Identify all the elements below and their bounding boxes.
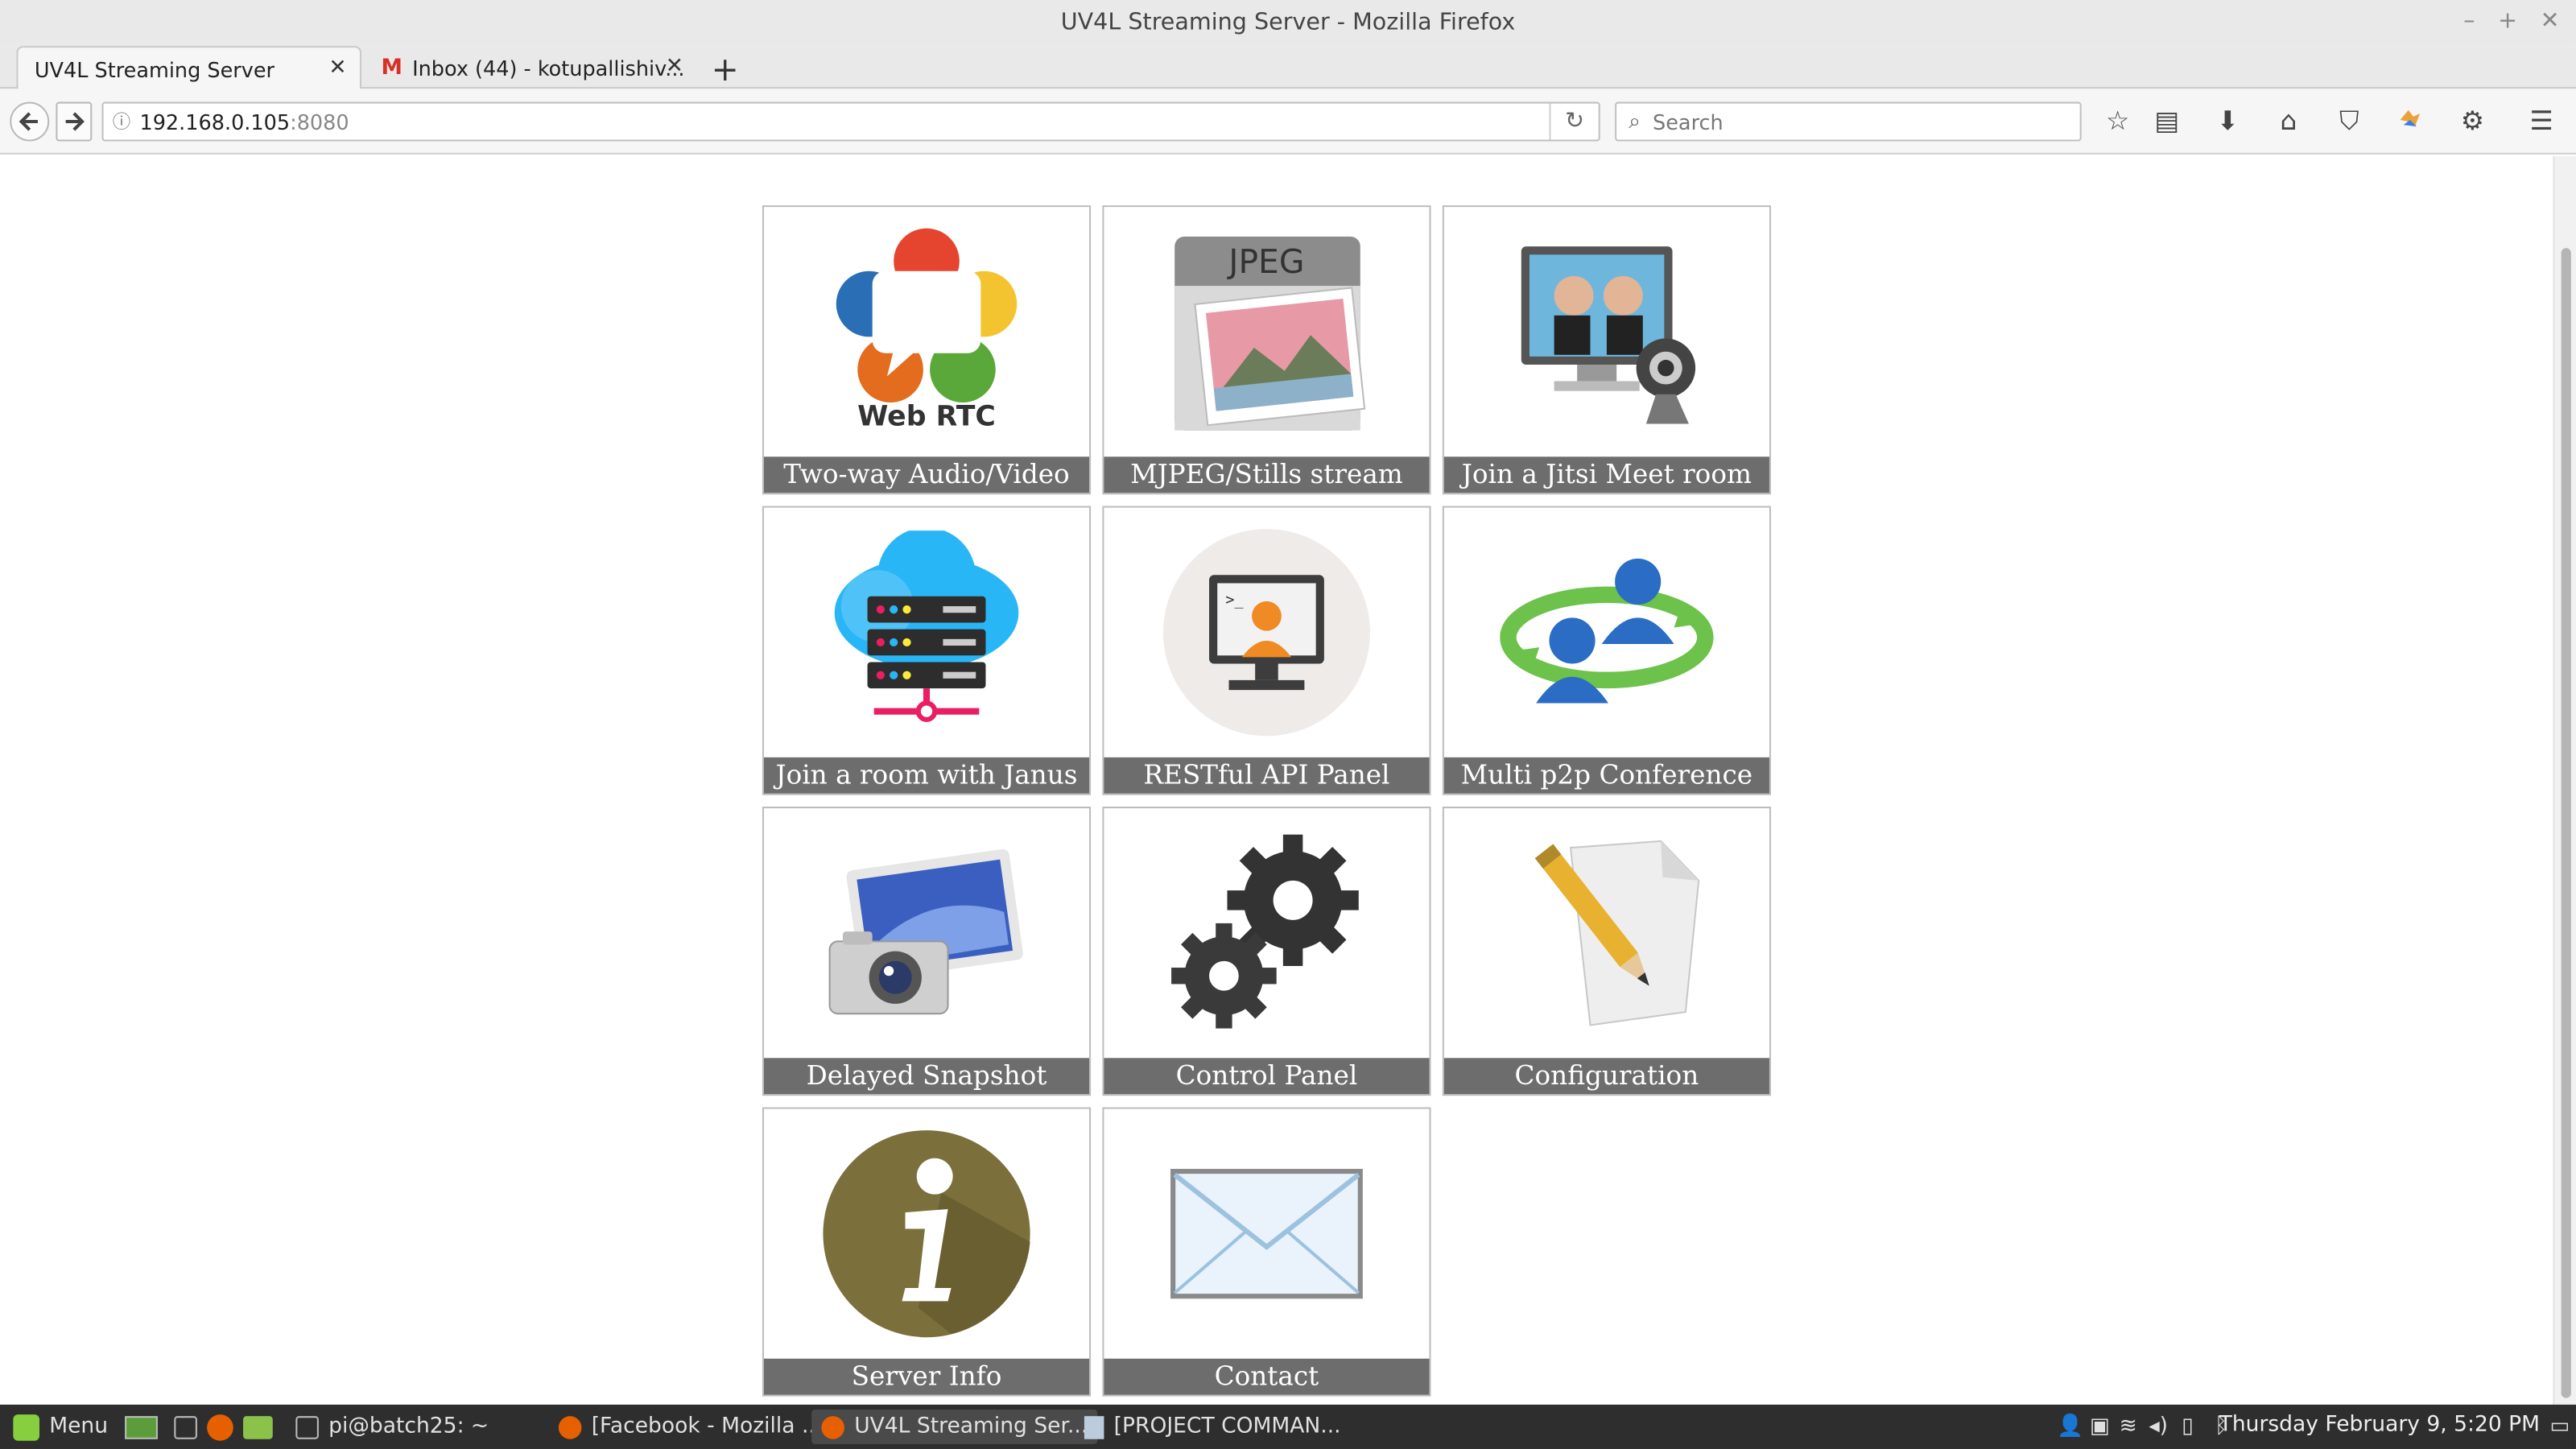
back-arrow-icon xyxy=(19,112,38,131)
reload-icon[interactable]: ↻ xyxy=(1549,103,1598,140)
close-tab-icon[interactable]: ✕ xyxy=(328,56,346,80)
tile-label: Server Info xyxy=(763,1358,1090,1395)
firefox-icon xyxy=(821,1415,844,1439)
tile-label: MJPEG/Stills stream xyxy=(1104,456,1430,493)
home-icon[interactable]: ⌂ xyxy=(2270,105,2306,138)
tile-label: Contact xyxy=(1104,1358,1430,1395)
clock[interactable]: Thursday February 9, 5:20 PM xyxy=(2219,1413,2540,1438)
webrtc-icon: Web RTC xyxy=(764,207,1089,456)
tile-server-info[interactable]: Server Info xyxy=(762,1107,1092,1397)
tile-label: Join a Jitsi Meet room xyxy=(1443,456,1769,493)
firefox-icon xyxy=(558,1415,582,1439)
reading-list-icon[interactable]: ▤ xyxy=(2149,105,2185,138)
search-input[interactable]: ⌕ Search xyxy=(1615,101,2082,142)
notification-icon[interactable]: ▭ xyxy=(2540,1410,2576,1444)
files-launcher-icon[interactable] xyxy=(233,1410,283,1444)
tile-contact[interactable]: Contact xyxy=(1102,1107,1431,1397)
api-terminal-icon: >_ xyxy=(1104,508,1429,758)
mint-logo-icon xyxy=(13,1414,39,1440)
close-tab-icon[interactable]: ✕ xyxy=(666,54,683,79)
svg-text:>_: >_ xyxy=(1225,592,1244,609)
tile-two-way-audio-video[interactable]: Web RTC Two-way Audio/Video xyxy=(762,205,1092,495)
tile-control-panel[interactable]: Control Panel xyxy=(1102,807,1431,1096)
camera-snapshot-icon xyxy=(764,808,1089,1058)
url-port: :8080 xyxy=(290,109,349,134)
tab-label: UV4L Streaming Server xyxy=(34,56,275,82)
jpeg-icon: JPEG xyxy=(1104,207,1429,456)
start-menu-button[interactable]: Menu xyxy=(3,1410,118,1444)
addon-icon[interactable]: ⚙ xyxy=(2454,105,2491,138)
pencil-paper-icon xyxy=(1444,808,1769,1058)
close-window-icon[interactable]: ✕ xyxy=(2541,8,2560,35)
tab-label: Inbox (44) - kotupallishiv... xyxy=(412,56,685,80)
gmail-icon: M xyxy=(381,56,402,80)
janus-cloud-icon xyxy=(764,508,1089,758)
jitsi-icon xyxy=(1444,207,1769,456)
screen: UV4L Streaming Server - Mozilla Firefox … xyxy=(0,0,2576,1449)
tile-delayed-snapshot[interactable]: Delayed Snapshot xyxy=(762,807,1092,1096)
envelope-icon xyxy=(1104,1109,1429,1359)
tile-join-room-janus[interactable]: Join a room with Janus xyxy=(762,506,1092,795)
new-tab-icon[interactable]: + xyxy=(712,49,739,89)
url-bar[interactable]: ⓘ 192.168.0.105:8080 ↻ xyxy=(101,101,1600,142)
tile-label: Two-way Audio/Video xyxy=(763,456,1090,493)
page-content: Web RTC Two-way Audio/Video JPEG MJPEG/S… xyxy=(0,155,2576,1405)
hamburger-menu-icon[interactable]: ☰ xyxy=(2524,105,2560,138)
tile-restful-api-panel[interactable]: >_ RESTful API Panel xyxy=(1102,506,1431,795)
battery-icon[interactable]: ▯ xyxy=(2172,1410,2203,1444)
conference-users-icon xyxy=(1444,508,1769,758)
tile-multi-p2p-conference[interactable]: Multi p2p Conference xyxy=(1442,506,1771,795)
menu-label: Menu xyxy=(49,1414,109,1439)
tile-label: Join a room with Janus xyxy=(763,757,1090,794)
show-desktop-icon[interactable] xyxy=(115,1410,167,1444)
os-taskbar: Menu pi@batch25: ~ [Facebook - Mozilla .… xyxy=(0,1404,2576,1449)
navigation-toolbar: ⓘ 192.168.0.105:8080 ↻ ⌕ Search ☆ ▤ ⬇ ⌂ … xyxy=(0,89,2576,155)
tile-label: Delayed Snapshot xyxy=(763,1058,1090,1095)
taskbar-window-facebook[interactable]: [Facebook - Mozilla ... xyxy=(549,1410,832,1444)
extension-icon[interactable] xyxy=(2392,105,2428,138)
search-icon: ⌕ xyxy=(1629,109,1641,134)
taskbar-window-terminal[interactable]: pi@batch25: ~ xyxy=(286,1410,498,1444)
svg-text:JPEG: JPEG xyxy=(1225,242,1303,280)
window-titlebar: UV4L Streaming Server - Mozilla Firefox … xyxy=(0,0,2576,47)
document-icon xyxy=(1084,1415,1104,1439)
url-host: 192.168.0.105 xyxy=(139,109,291,134)
tile-configuration[interactable]: Configuration xyxy=(1442,807,1771,1096)
tile-mjpeg-stills-stream[interactable]: JPEG MJPEG/Stills stream xyxy=(1102,205,1431,495)
info-icon-small[interactable]: ⓘ xyxy=(104,109,140,135)
forward-button[interactable] xyxy=(56,101,93,142)
download-icon[interactable]: ⬇ xyxy=(2210,105,2246,138)
window-title: UV4L Streaming Server - Mozilla Firefox xyxy=(1060,10,1516,36)
search-placeholder: Search xyxy=(1653,109,1724,134)
scrollbar-thumb[interactable] xyxy=(2561,248,2571,1398)
gears-icon xyxy=(1104,808,1429,1058)
minimize-icon[interactable]: – xyxy=(2463,8,2475,35)
tile-join-jitsi-meet[interactable]: Join a Jitsi Meet room xyxy=(1442,205,1771,495)
back-button[interactable] xyxy=(10,101,50,142)
tile-label: Multi p2p Conference xyxy=(1443,757,1769,794)
pocket-icon[interactable]: ⛉ xyxy=(2331,105,2368,138)
tile-label: Control Panel xyxy=(1104,1058,1430,1095)
tile-label: Configuration xyxy=(1443,1058,1769,1095)
tile-label: RESTful API Panel xyxy=(1104,757,1430,794)
tab-uv4l[interactable]: UV4L Streaming Server ✕ xyxy=(16,46,361,91)
bookmark-star-icon[interactable]: ☆ xyxy=(2099,105,2136,138)
svg-text:Web RTC: Web RTC xyxy=(857,401,996,433)
tab-bar: UV4L Streaming Server ✕ M Inbox (44) - k… xyxy=(0,46,2576,91)
taskbar-window-uv4l[interactable]: UV4L Streaming Ser... xyxy=(811,1410,1098,1444)
page-scrollbar[interactable] xyxy=(2553,155,2576,1405)
forward-arrow-icon xyxy=(65,112,85,131)
tab-gmail[interactable]: M Inbox (44) - kotupallishiv... ✕ xyxy=(365,46,696,90)
taskbar-window-project[interactable]: [PROJECT COMMAN... xyxy=(1075,1410,1351,1444)
info-icon xyxy=(764,1109,1089,1359)
maximize-icon[interactable]: + xyxy=(2498,8,2517,35)
terminal-icon xyxy=(295,1415,319,1439)
